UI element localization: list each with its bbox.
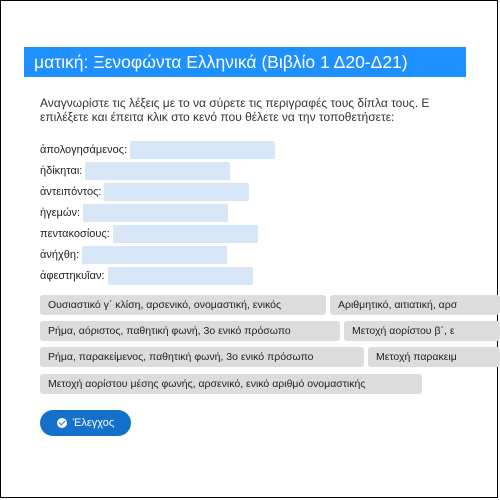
- option-chip[interactable]: Μετοχή αορίστου β΄, ε: [344, 321, 500, 341]
- term-label: ἀπολογησάμενος:: [40, 144, 128, 156]
- term-row: ἡγεμών:: [40, 204, 229, 222]
- term-label: ἠδίκηται:: [40, 165, 83, 177]
- drop-target[interactable]: [83, 204, 229, 222]
- page-title-bar: ματική: Ξενοφώντα Ελληνικά (Βιβλίο 1 Δ20…: [24, 47, 466, 77]
- term-row: ἀφεστηκυῖαν:: [40, 267, 253, 285]
- drop-target[interactable]: [130, 141, 276, 159]
- quiz-page: ματική: Ξενοφώντα Ελληνικά (Βιβλίο 1 Δ20…: [24, 0, 500, 500]
- drop-target[interactable]: [82, 246, 228, 264]
- option-chip[interactable]: Μετοχή αορίστου μέσης φωνής, αρσενικό, ε…: [40, 374, 422, 394]
- term-row: ἀντειπόντος:: [40, 183, 250, 201]
- check-button-label: Έλεγχος: [72, 417, 115, 429]
- term-label: ἡγεμών:: [40, 207, 81, 219]
- drop-target[interactable]: [85, 162, 231, 180]
- page-title: ματική: Ξενοφώντα Ελληνικά (Βιβλίο 1 Δ20…: [34, 52, 408, 72]
- option-chip[interactable]: Αριθμητικό, αιτιατική, αρσ: [330, 295, 500, 315]
- instructions-line-2: επιλέξετε και έπειτα κλικ στο κενό που θ…: [40, 110, 395, 124]
- check-button[interactable]: Έλεγχος: [40, 410, 131, 436]
- option-chip[interactable]: Ρήμα, αόριστος, παθητική φωνή, 3ο ενικό …: [40, 321, 340, 341]
- option-chip[interactable]: Ρήμα, παρακείμενος, παθητική φωνή, 3ο εν…: [40, 347, 364, 367]
- term-label: ἀνήχθη:: [40, 249, 80, 261]
- term-label: ἀφεστηκυῖαν:: [40, 270, 105, 282]
- instructions: Αναγνωρίστε τις λέξεις με το να σύρετε τ…: [40, 96, 500, 124]
- instructions-line-1: Αναγνωρίστε τις λέξεις με το να σύρετε τ…: [40, 96, 430, 110]
- term-label: ἀντειπόντος:: [40, 186, 102, 198]
- term-row: πεντακοσίους:: [40, 225, 258, 243]
- term-row: ἠδίκηται:: [40, 162, 231, 180]
- term-row: ἀνήχθη:: [40, 246, 228, 264]
- check-circle-icon: [56, 418, 67, 428]
- term-row: ἀπολογησάμενος:: [40, 141, 276, 159]
- drop-target[interactable]: [112, 225, 258, 243]
- option-chip[interactable]: Ουσιαστικό γ΄ κλίση, αρσενικό, ονομαστικ…: [40, 295, 326, 315]
- drop-target[interactable]: [104, 183, 250, 201]
- drop-target[interactable]: [107, 267, 253, 285]
- option-chip[interactable]: Μετοχή παρακειμ: [368, 347, 500, 367]
- term-label: πεντακοσίους:: [40, 228, 110, 240]
